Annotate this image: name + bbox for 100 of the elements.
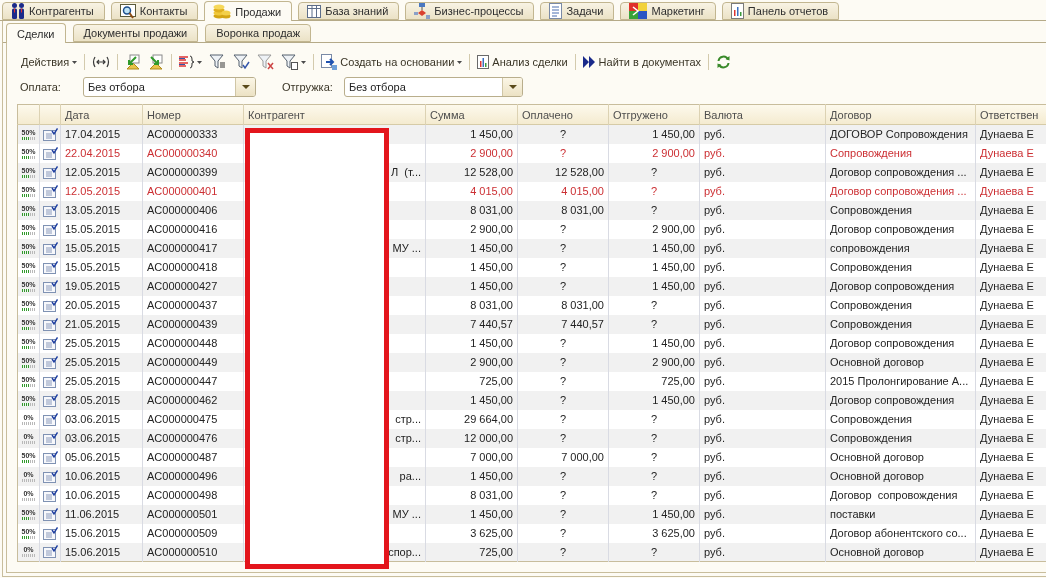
column-header[interactable]: Ответствен [975,104,1046,125]
double-arrow-icon[interactable] [92,56,111,68]
table-cell: Договор сопровождения [825,219,976,239]
table-cell: 1 450,00 [608,124,700,144]
table-cell: 03.06.2015 [60,409,143,429]
table-cell: AC000000406 [142,200,244,220]
table-cell: AC000000418 [142,257,244,277]
document-check-icon [42,507,58,521]
table-cell: Основной договор [825,352,976,372]
arrow-triangle-icon[interactable] [148,54,165,70]
table-cell: ? [608,447,700,467]
table-cell: ? [608,181,700,201]
table-cell: AC000000401 [142,181,244,201]
document-check-icon [42,545,58,559]
table-cell: 20.05.2015 [60,295,143,315]
table-cell: Дунаева Е [975,295,1046,315]
column-header[interactable]: Номер [142,104,244,125]
table-cell: Дунаева Е [975,200,1046,220]
table-cell: AC000000447 [142,371,244,391]
table-cell: 8 031,00 [517,200,609,220]
caret-icon[interactable] [197,60,203,64]
caret-icon [457,60,463,64]
table-cell: Дунаева Е [975,257,1046,277]
table-cell: AC000000487 [142,447,244,467]
deal-analysis-button[interactable]: Анализ сделки [475,53,570,71]
caret-icon [72,60,78,64]
arrow-triangle-icon[interactable] [125,54,142,70]
card-magnifier-icon [119,3,136,19]
table-cell: ? [517,352,609,372]
table-cell: Дунаева Е [975,181,1046,201]
table-cell: Договор сопровождения [825,485,976,505]
main-tab[interactable]: Панель отчетов [721,2,840,20]
main-tab[interactable]: Маркетинг [620,2,716,20]
main-tab[interactable]: Продажи [204,1,293,21]
sub-tab[interactable]: Воронка продаж [205,24,312,42]
table-cell: 15.06.2015 [60,542,143,562]
table-cell: руб. [699,333,826,353]
main-tab[interactable]: База знаний [298,2,400,20]
table-cell: AC000000340 [142,143,244,163]
dropdown-button[interactable] [502,78,522,96]
find-in-documents-button[interactable]: Найти в документах [580,53,704,71]
create-based-on-button[interactable]: Создать на основании [319,53,465,71]
chart-document-icon [477,55,490,69]
table-cell: 2 900,00 [425,219,518,239]
dropdown-button[interactable] [235,78,255,96]
table-cell: 11.06.2015 [60,504,143,524]
table-cell: AC000000399 [142,162,244,182]
main-tab[interactable]: Задачи [540,2,615,20]
document-check-icon [42,127,58,141]
table-cell: руб. [699,295,826,315]
column-header[interactable]: Валюта [699,104,826,125]
table-cell: 1 450,00 [608,238,700,258]
table-cell: 25.05.2015 [60,333,143,353]
filter-icon[interactable] [281,54,299,70]
table-cell: руб. [699,276,826,296]
table-cell: 2 900,00 [608,143,700,163]
table-cell: руб. [699,162,826,182]
table-cell: руб. [699,542,826,562]
table-cell: руб. [699,181,826,201]
table-cell: Договор сопровождения ... [825,162,976,182]
filter-icon[interactable] [209,54,227,70]
table-cell: ? [608,542,700,562]
document-check-icon [42,165,58,179]
table-cell: 03.06.2015 [60,428,143,448]
sub-tab[interactable]: Документы продажи [72,24,199,42]
actions-menu-button[interactable]: Действия [19,53,80,71]
column-header[interactable]: Договор [825,104,976,125]
filter-field[interactable]: Без отбора [83,77,256,97]
column-header[interactable]: Контрагент [243,104,426,125]
main-tab[interactable]: Контакты [110,2,199,20]
column-header[interactable]: Дата [60,104,143,125]
table-cell: Дунаева Е [975,143,1046,163]
column-header[interactable]: Отгружено [608,104,700,125]
table-cell: 12.05.2015 [60,181,143,201]
filter-field[interactable]: Без отбора [344,77,523,97]
table-cell: Основной договор [825,447,976,467]
table-cell: Дунаева Е [975,466,1046,486]
table-cell: ? [608,314,700,334]
filter-clear-icon[interactable] [257,54,275,70]
sub-tab[interactable]: Сделки [6,23,66,43]
table-cell: 22.04.2015 [60,143,143,163]
table-cell: ? [517,276,609,296]
table-cell: AC000000449 [142,352,244,372]
list-document-icon [549,3,563,19]
table-cell: ? [608,485,700,505]
refresh-icon[interactable] [716,55,732,69]
main-tab[interactable]: Бизнес-процессы [405,2,535,20]
table-cell: 1 450,00 [608,333,700,353]
filter-check-icon[interactable] [233,54,251,70]
table-cell: Дунаева Е [975,371,1046,391]
column-header[interactable]: Оплачено [517,104,609,125]
caret-icon[interactable] [301,60,307,64]
main-tab[interactable]: Контрагенты [2,2,105,20]
table-cell: 725,00 [425,371,518,391]
table-cell: ? [608,409,700,429]
document-check-icon [42,298,58,312]
table-cell: ? [517,257,609,277]
list-icon[interactable] [179,55,195,69]
table-cell: 1 450,00 [425,257,518,277]
column-header[interactable]: Сумма [425,104,518,125]
